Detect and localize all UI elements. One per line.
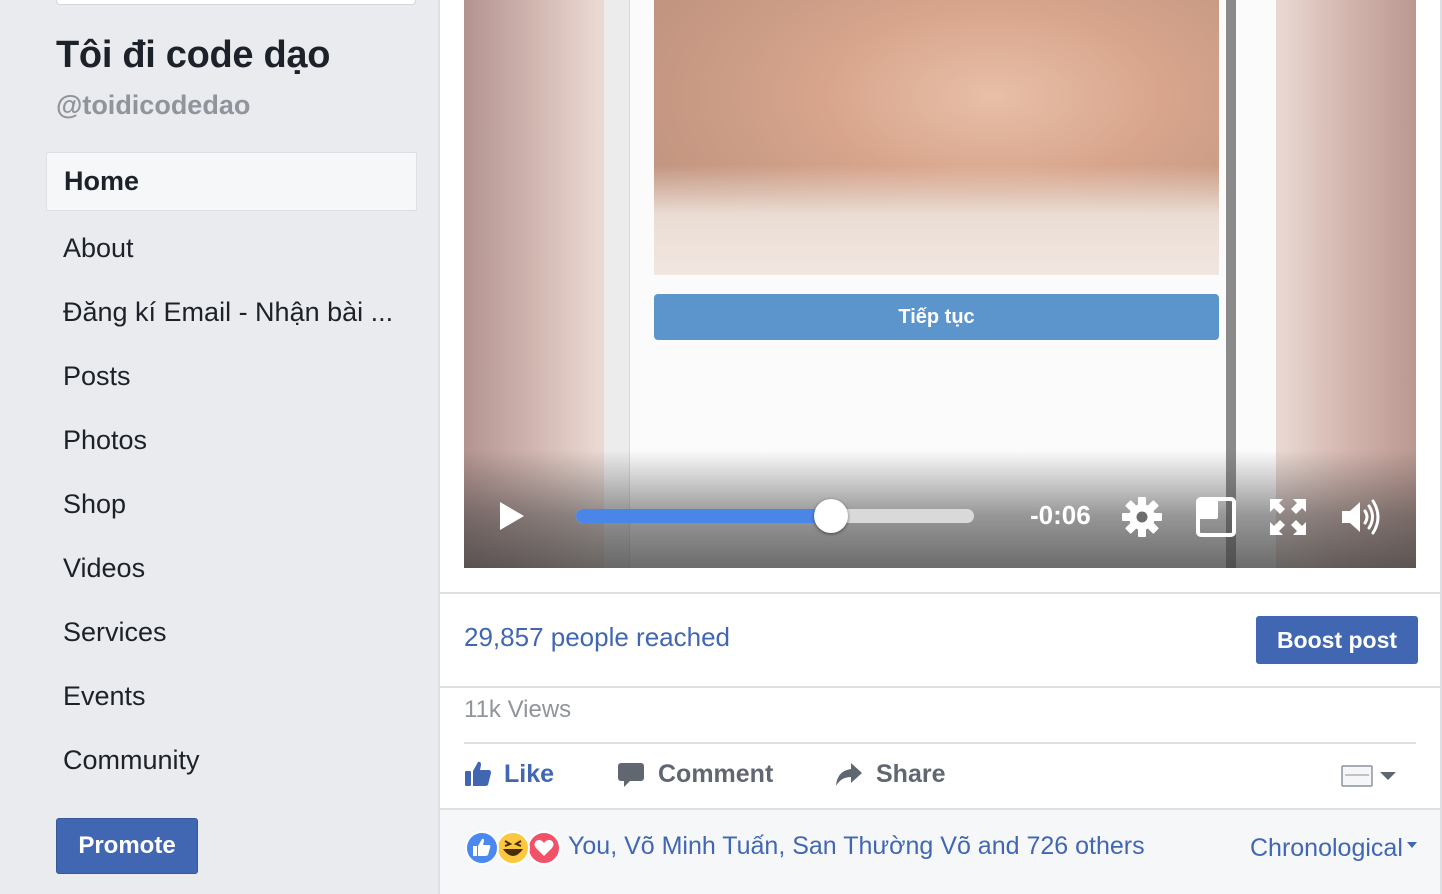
video-progress-fill [576, 509, 831, 523]
picture-in-picture-icon[interactable] [1194, 495, 1238, 539]
page-title[interactable]: Tôi đi code dạo [56, 34, 330, 77]
page-sidebar: Tôi đi code dạo @toidicodedao Home About… [0, 0, 438, 894]
video-controls: -0:06 [464, 450, 1416, 568]
video-player[interactable]: Tiếp tục -0:06 [464, 0, 1416, 568]
comment-order-label: Chronological [1250, 834, 1403, 862]
nav-item-videos[interactable]: Videos [46, 536, 417, 600]
divider [440, 592, 1440, 594]
nav-item-about[interactable]: About [46, 216, 417, 280]
volume-icon[interactable] [1338, 495, 1382, 539]
nav-item-services[interactable]: Services [46, 600, 417, 664]
nav-item-shop[interactable]: Shop [46, 472, 417, 536]
video-progress-handle[interactable] [813, 499, 848, 533]
thumbs-up-icon [465, 761, 491, 786]
comment-icon [618, 763, 644, 787]
video-progress-bar[interactable] [576, 499, 974, 533]
video-frame-sheet [654, 165, 1219, 275]
post-as-selector[interactable] [1340, 764, 1404, 788]
comment-label: Comment [658, 759, 774, 788]
reactions-summary-link[interactable]: You, Võ Minh Tuấn, San Thường Võ and 726… [568, 832, 1145, 861]
like-button[interactable]: Like [464, 756, 554, 792]
share-arrow-icon [836, 763, 862, 786]
divider [440, 686, 1440, 688]
comment-order-dropdown[interactable]: Chronological [1250, 834, 1417, 863]
reaction-icons[interactable] [464, 830, 564, 866]
page-nav: Home About Đăng kí Email - Nhận bài ... … [46, 152, 417, 792]
video-frame-continue-button: Tiếp tục [654, 294, 1219, 340]
nav-item-photos[interactable]: Photos [46, 408, 417, 472]
video-time-remaining: -0:06 [1030, 500, 1091, 530]
comment-button[interactable]: Comment [616, 756, 773, 792]
nav-item-community[interactable]: Community [46, 728, 417, 792]
page-username[interactable]: @toidicodedao [56, 90, 250, 121]
boost-post-button[interactable]: Boost post [1256, 616, 1418, 664]
caret-down-icon [1406, 842, 1417, 848]
people-reached-link[interactable]: 29,857 people reached [464, 622, 730, 653]
share-label: Share [876, 759, 946, 788]
like-label: Like [504, 759, 555, 788]
nav-item-home[interactable]: Home [46, 152, 417, 211]
post-card: Tiếp tục -0:06 29,857 people reached Boo… [438, 0, 1442, 894]
video-frame-image [654, 0, 1219, 275]
nav-item-events[interactable]: Events [46, 664, 417, 728]
fullscreen-icon[interactable] [1266, 495, 1310, 539]
play-icon[interactable] [498, 500, 526, 532]
settings-gear-icon[interactable] [1120, 495, 1164, 539]
promote-button[interactable]: Promote [56, 818, 198, 874]
haha-reaction-icon [496, 831, 530, 865]
share-button[interactable]: Share [834, 756, 945, 792]
search-box-edge[interactable] [56, 0, 416, 5]
view-count: 11k Views [464, 696, 572, 723]
divider [464, 742, 1416, 744]
chevron-down-icon [1380, 772, 1396, 780]
nav-item-posts[interactable]: Posts [46, 344, 417, 408]
nav-item-email-signup[interactable]: Đăng kí Email - Nhận bài ... [46, 280, 417, 344]
